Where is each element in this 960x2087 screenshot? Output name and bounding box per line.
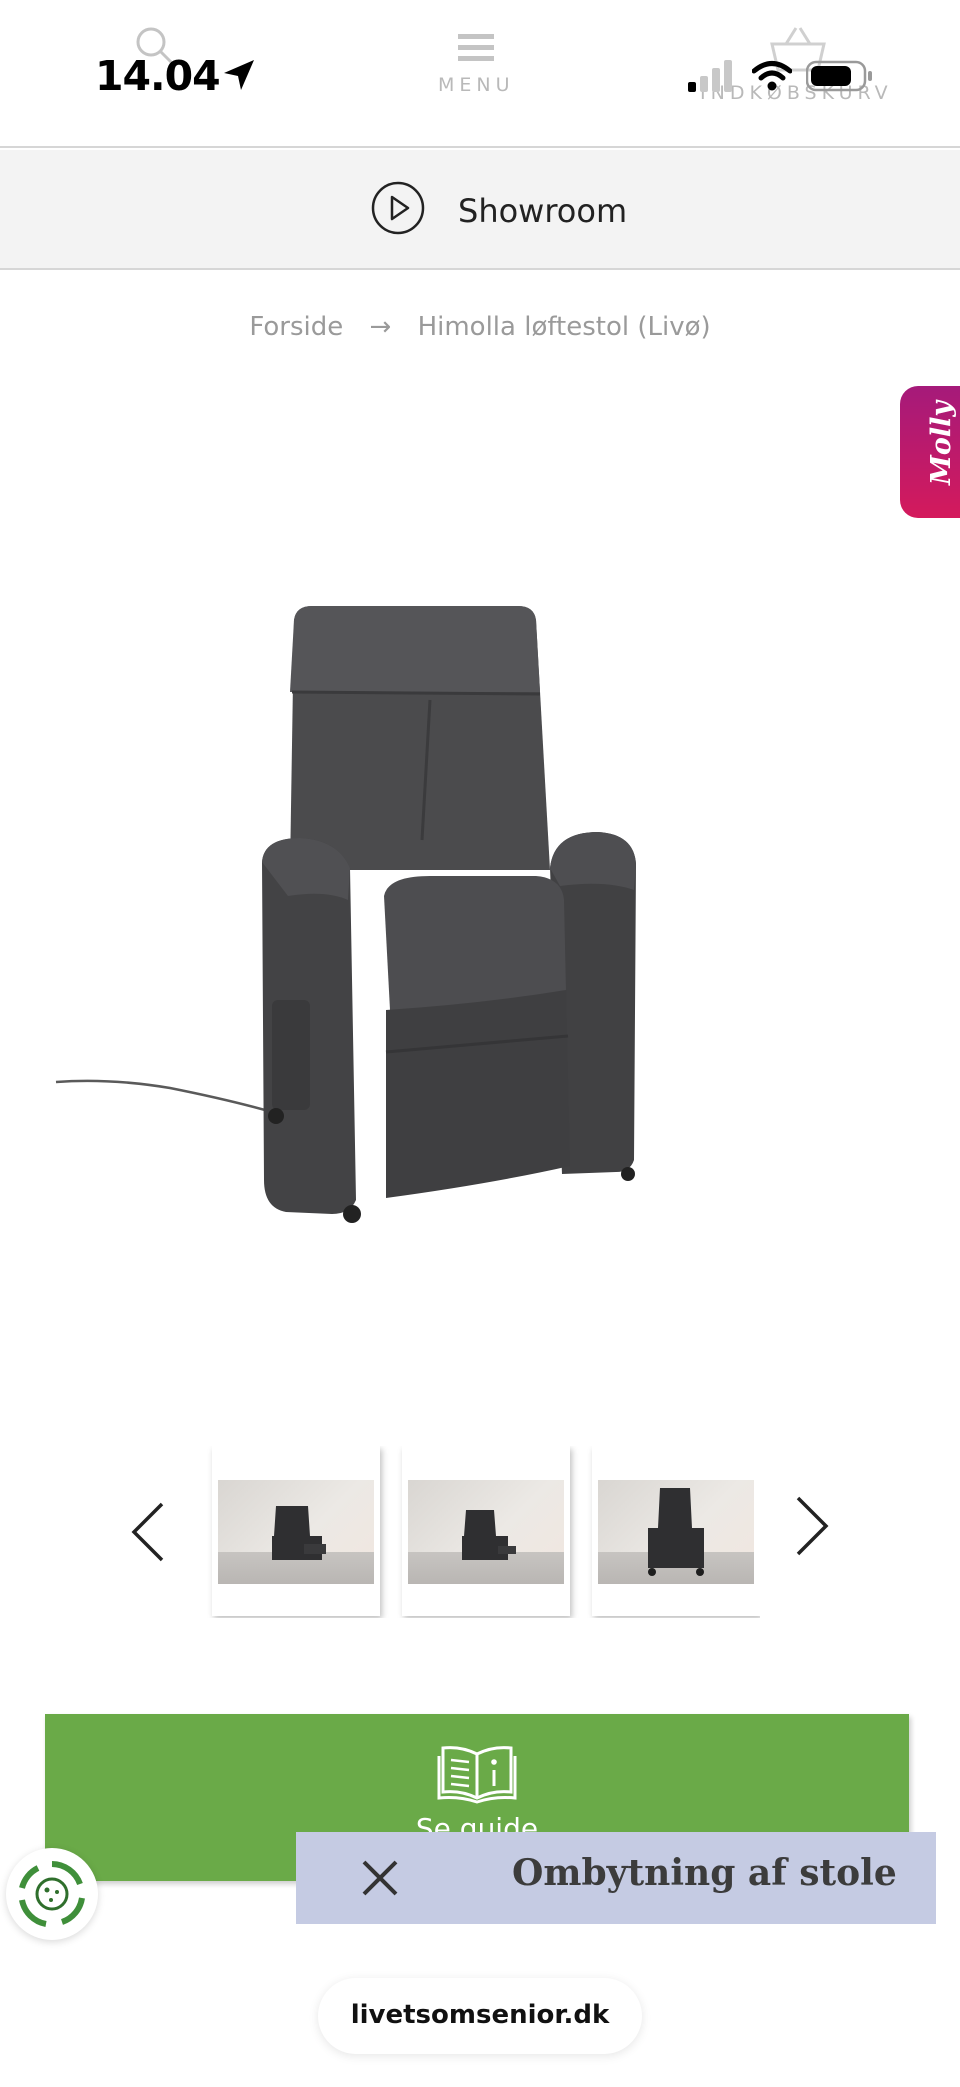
chevron-left-icon[interactable] bbox=[128, 1500, 168, 1564]
thumbnail-3[interactable] bbox=[592, 1446, 760, 1616]
browser-url-bar[interactable]: livetsomsenior.dk bbox=[318, 1978, 642, 2054]
breadcrumb-current: Himolla løftestol (Livø) bbox=[417, 312, 711, 342]
play-circle-icon bbox=[371, 181, 425, 235]
wifi-icon bbox=[752, 61, 792, 91]
arrow-right-icon: → bbox=[369, 312, 392, 342]
molly-label[interactable]: Molly bbox=[907, 401, 960, 485]
thumbnail-photo bbox=[218, 1480, 374, 1584]
showroom-label: Showroom bbox=[458, 192, 628, 230]
chevron-right-icon[interactable] bbox=[792, 1494, 832, 1558]
book-info-icon bbox=[437, 1746, 517, 1804]
thumbnail-photo bbox=[408, 1480, 564, 1584]
cookie-settings-button[interactable] bbox=[6, 1848, 98, 1940]
cookie-settings-icon bbox=[19, 1861, 85, 1927]
status-time: 14.04 bbox=[95, 52, 221, 100]
showroom-bar[interactable]: Showroom bbox=[0, 150, 960, 270]
breadcrumb: Forside → Himolla løftestol (Livø) bbox=[0, 312, 960, 342]
site-header: MENU INDKØBSKURV 14.04 bbox=[0, 0, 960, 148]
thumbnail-photo bbox=[598, 1480, 754, 1584]
cellular-signal-icon bbox=[688, 60, 732, 92]
popup-title[interactable]: Ombytning af stole bbox=[512, 1852, 897, 1894]
thumbnail-2[interactable] bbox=[402, 1446, 570, 1616]
location-arrow-icon bbox=[224, 60, 254, 90]
close-icon[interactable] bbox=[358, 1856, 402, 1900]
hamburger-icon[interactable] bbox=[458, 34, 494, 62]
thumbnail-1[interactable] bbox=[212, 1446, 380, 1616]
browser-url: livetsomsenior.dk bbox=[350, 2000, 610, 2030]
menu-label[interactable]: MENU bbox=[438, 74, 515, 96]
breadcrumb-home[interactable]: Forside bbox=[249, 312, 343, 342]
battery-icon bbox=[806, 60, 872, 92]
product-image bbox=[55, 606, 636, 1223]
promo-popup[interactable]: Ombytning af stole bbox=[296, 1832, 936, 1924]
thumbnail-strip bbox=[196, 1446, 760, 1618]
